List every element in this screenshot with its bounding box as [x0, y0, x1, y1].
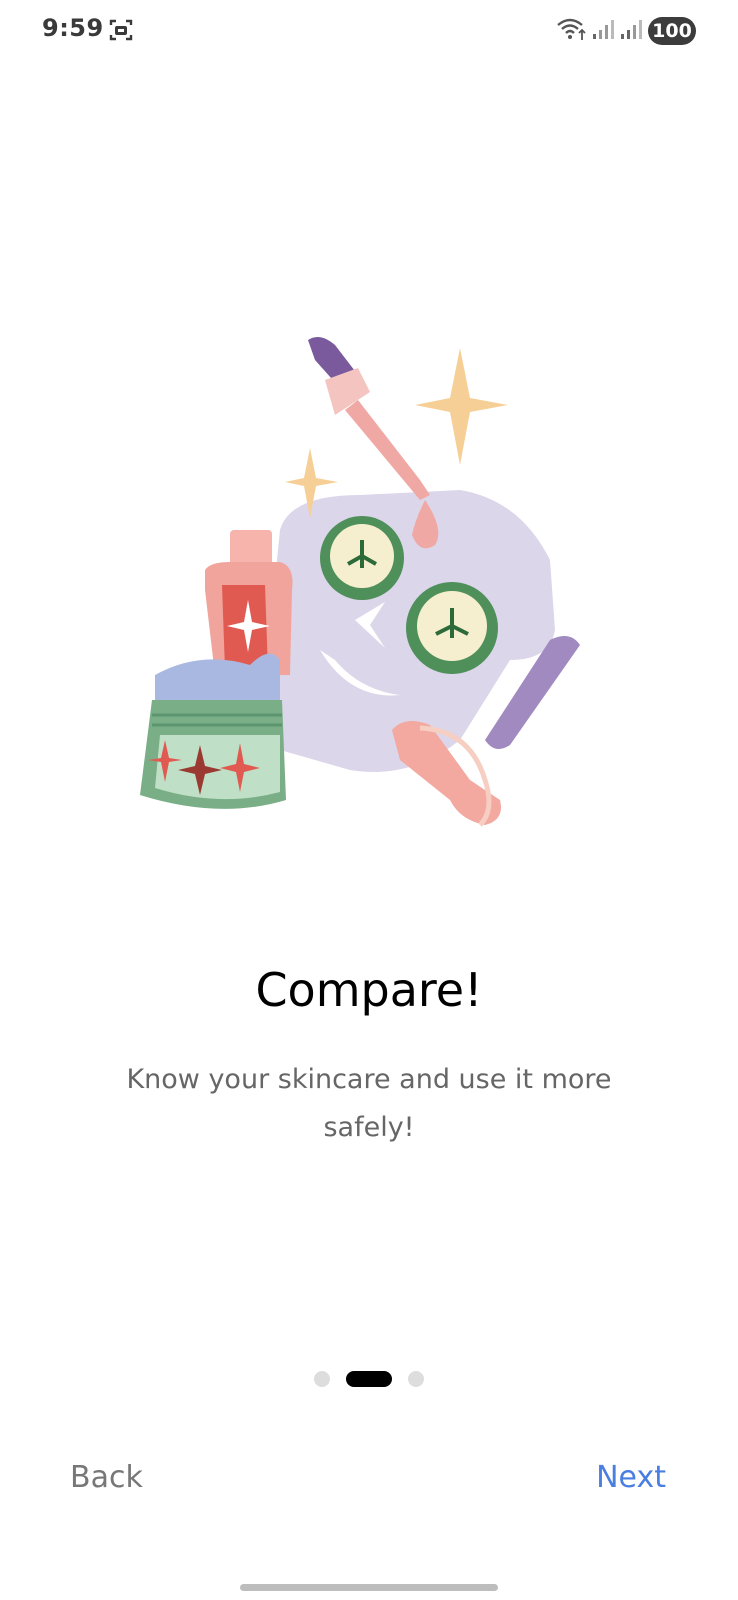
skincare-illustration	[140, 336, 580, 827]
wifi-icon	[557, 18, 586, 40]
signal-icon	[621, 20, 642, 39]
next-button[interactable]: Next	[596, 1460, 666, 1495]
page-description: Know your skincare and use it more safel…	[126, 1064, 612, 1143]
home-indicator[interactable]	[240, 1584, 498, 1591]
page-indicator	[0, 1370, 738, 1388]
status-bar: 9:59 100	[0, 0, 738, 62]
cucumber-slice	[320, 516, 404, 600]
page-dot-active	[346, 1371, 392, 1387]
back-button[interactable]: Back	[70, 1460, 143, 1495]
status-time: 9:59	[42, 14, 104, 42]
cream-jar	[140, 653, 286, 809]
page-title: Compare!	[255, 963, 483, 1017]
screenshot-icon	[109, 19, 133, 41]
sparkle	[415, 348, 508, 465]
page-dot	[408, 1371, 424, 1387]
battery-badge: 100	[648, 17, 696, 45]
page-dot	[314, 1371, 330, 1387]
cucumber-slice	[406, 582, 498, 674]
signal-icon	[593, 20, 614, 39]
